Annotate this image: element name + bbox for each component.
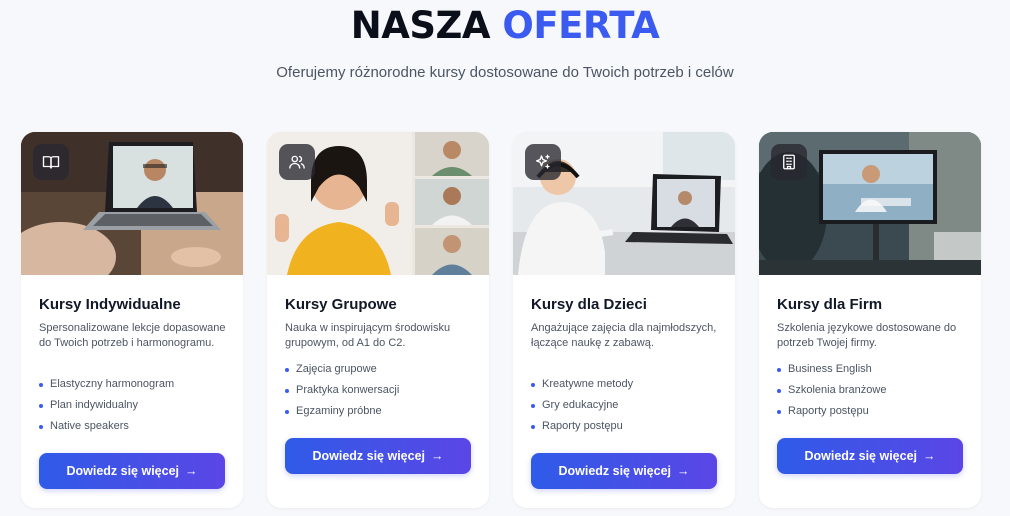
building-icon	[771, 144, 807, 180]
card-description: Nauka w inspirującym środowisku grupowym…	[285, 322, 451, 349]
list-item: Szkolenia branżowe	[777, 380, 886, 401]
learn-more-button[interactable]: Dowiedz się więcej →	[531, 453, 717, 489]
list-item: Zajęcia grupowe	[285, 359, 399, 380]
sparkles-icon	[525, 144, 561, 180]
list-item: Raporty postępu	[531, 416, 633, 437]
arrow-right-icon: →	[677, 464, 690, 478]
card-title: Kursy dla Firm	[777, 296, 883, 313]
button-label: Dowiedz się więcej	[804, 449, 918, 463]
offer-card-business: Kursy dla Firm Szkolenia językowe dostos…	[759, 132, 981, 508]
feature-list: Kreatywne metody Gry edukacyjne Raporty …	[531, 374, 633, 437]
section-subtitle: Oferujemy różnorodne kursy dostosowane d…	[276, 64, 734, 81]
feature-list: Zajęcia grupowe Praktyka konwersacji Egz…	[285, 359, 399, 422]
book-icon	[33, 144, 69, 180]
heading-word-2: OFERTA	[502, 4, 660, 47]
card-title: Kursy dla Dzieci	[531, 296, 647, 313]
arrow-right-icon: →	[185, 464, 198, 478]
list-item: Gry edukacyjne	[531, 395, 633, 416]
feature-list: Business English Szkolenia branżowe Rapo…	[777, 359, 886, 422]
card-description: Spersonalizowane lekcje dopasowane do Tw…	[39, 322, 226, 349]
learn-more-button[interactable]: Dowiedz się więcej →	[285, 438, 471, 474]
heading-word-1: NASZA	[350, 4, 491, 47]
button-label: Dowiedz się więcej	[558, 464, 672, 478]
card-photo-kids	[513, 132, 735, 275]
learn-more-button[interactable]: Dowiedz się więcej →	[39, 453, 225, 489]
card-photo-individual	[21, 132, 243, 275]
learn-more-button[interactable]: Dowiedz się więcej →	[777, 438, 963, 474]
card-photo-business	[759, 132, 981, 275]
offer-card-individual: Kursy Indywidualne Spersonalizowane lekc…	[21, 132, 243, 508]
arrow-right-icon: →	[923, 449, 936, 463]
list-item: Business English	[777, 359, 886, 380]
feature-list: Elastyczny harmonogram Plan indywidualny…	[39, 374, 174, 437]
list-item: Kreatywne metody	[531, 374, 633, 395]
offer-card-kids: Kursy dla Dzieci Angażujące zajęcia dla …	[513, 132, 735, 508]
button-label: Dowiedz się więcej	[312, 449, 426, 463]
list-item: Elastyczny harmonogram	[39, 374, 174, 395]
card-title: Kursy Grupowe	[285, 296, 397, 313]
list-item: Plan indywidualny	[39, 395, 174, 416]
card-title: Kursy Indywidualne	[39, 296, 181, 313]
card-description: Szkolenia językowe dostosowane do potrze…	[777, 322, 957, 349]
list-item: Praktyka konwersacji	[285, 380, 399, 401]
users-icon	[279, 144, 315, 180]
offer-card-group: Kursy Grupowe Nauka w inspirującym środo…	[267, 132, 489, 508]
card-description: Angażujące zajęcia dla najmłodszych, łąc…	[531, 322, 717, 349]
arrow-right-icon: →	[431, 449, 444, 463]
button-label: Dowiedz się więcej	[66, 464, 180, 478]
list-item: Egzaminy próbne	[285, 401, 399, 422]
list-item: Native speakers	[39, 416, 174, 437]
section-heading: NASZA OFERTA	[0, 4, 1010, 48]
list-item: Raporty postępu	[777, 401, 886, 422]
card-photo-group	[267, 132, 489, 275]
